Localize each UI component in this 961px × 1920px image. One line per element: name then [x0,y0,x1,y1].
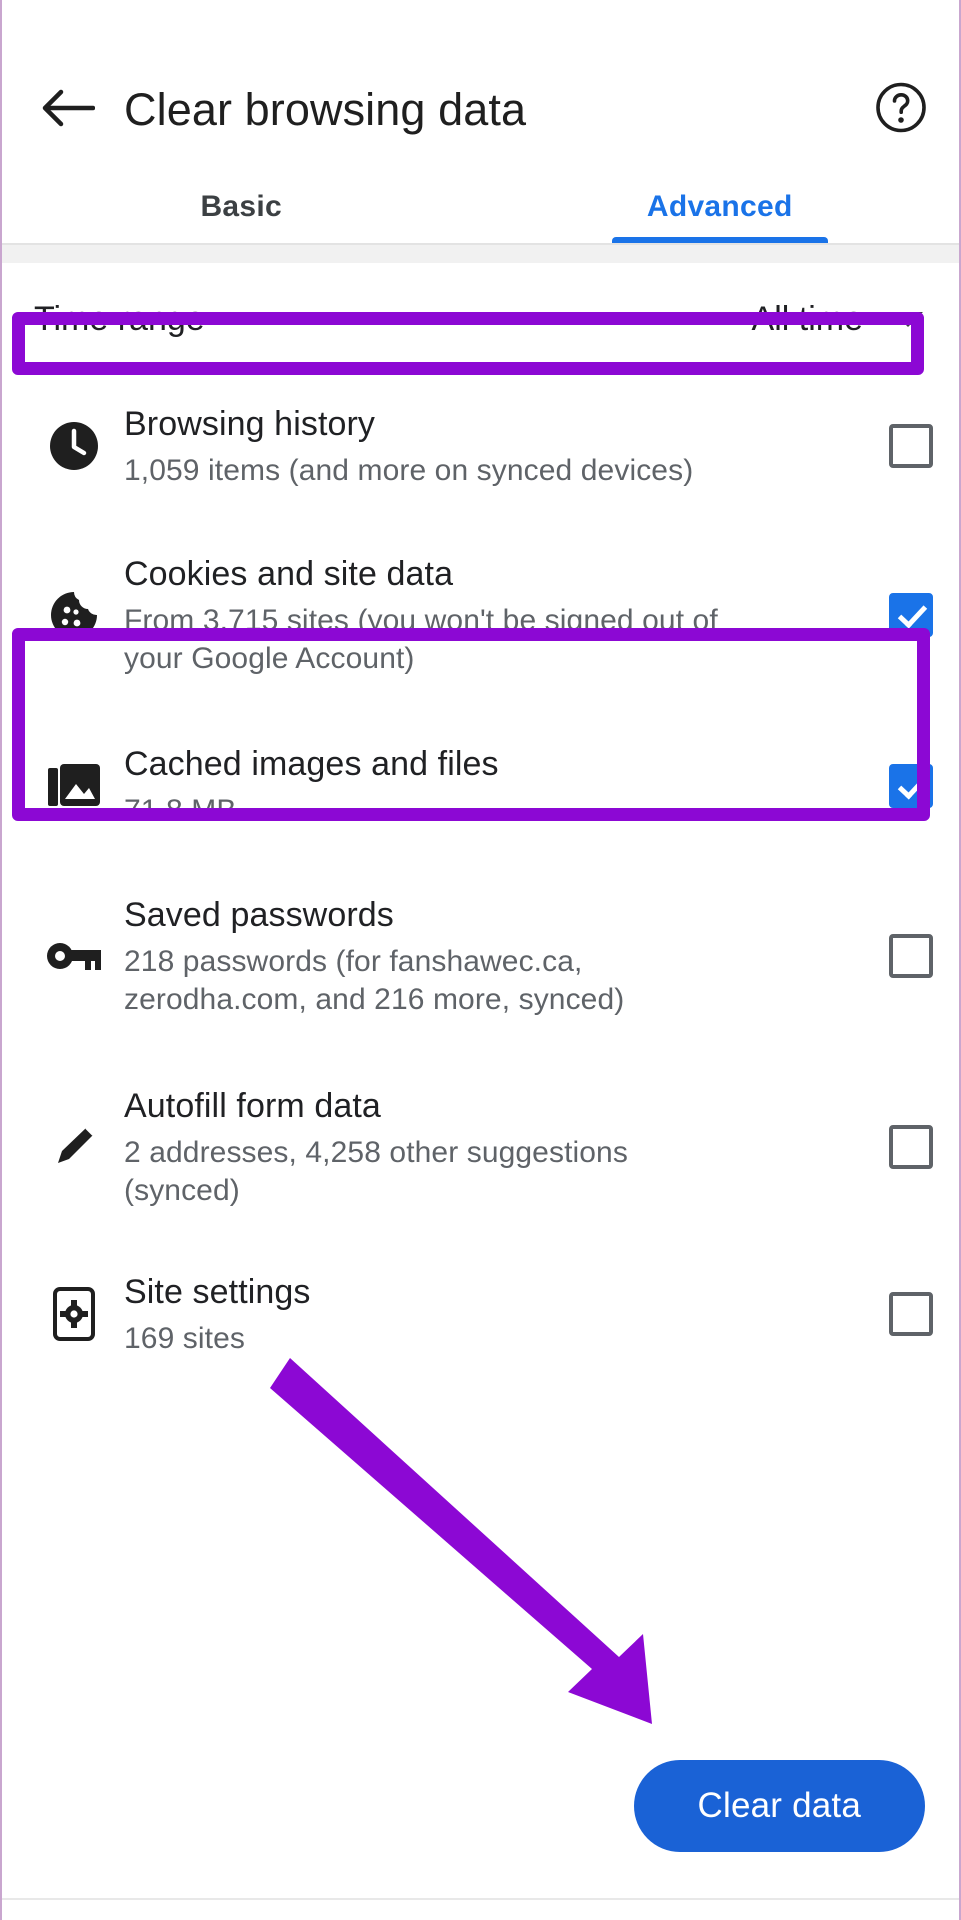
back-button[interactable] [26,86,110,135]
checkbox-browsing-history[interactable] [889,424,933,468]
clear-data-button[interactable]: Clear data [633,1760,925,1852]
row-saved-passwords[interactable]: Saved passwords 218 passwords (for fansh… [2,859,959,1053]
row-site-settings[interactable]: Site settings 169 sites [2,1241,959,1387]
tab-basic[interactable]: Basic [2,172,481,245]
image-stack-icon [24,760,124,812]
row-cached-images-and-files[interactable]: Cached images and files 71.8 MB [2,713,959,859]
app-bar: Clear browsing data Basic Advanced [2,0,959,245]
row-cookies-text: Cookies and site data From 3,715 sites (… [124,552,889,679]
time-range-value: All time [751,299,863,338]
row-cookies-and-site-data[interactable]: Cookies and site data From 3,715 sites (… [2,517,959,713]
checkbox-cached-images-and-files[interactable] [889,764,933,808]
tab-bar: Basic Advanced [2,172,959,245]
checkbox-cookies-and-site-data[interactable] [889,593,933,637]
row-saved-passwords-text: Saved passwords 218 passwords (for fansh… [124,893,889,1020]
row-browsing-history[interactable]: Browsing history 1,059 items (and more o… [2,375,959,517]
bottom-divider [2,1898,959,1900]
row-subtitle: 2 addresses, 4,258 other suggestions (sy… [124,1135,628,1208]
arrow-back-icon [41,86,96,135]
content-area: Time range All time Browsing history 1,0… [2,263,959,1387]
tab-advanced-label: Advanced [646,190,793,223]
row-subtitle: From 3,715 sites (you won't be signed ou… [124,603,718,676]
clear-browsing-data-screen: Clear browsing data Basic Advanced Time … [0,0,961,1920]
cookie-icon [24,589,124,641]
row-title: Site settings [124,1272,311,1311]
row-subtitle: 71.8 MB [124,793,237,827]
row-title: Browsing history [124,404,376,443]
row-browsing-history-text: Browsing history 1,059 items (and more o… [124,402,889,491]
row-cached-images-text: Cached images and files 71.8 MB [124,742,889,831]
row-subtitle: 218 passwords (for fanshawec.ca, zerodha… [124,944,625,1017]
row-title: Saved passwords [124,895,394,934]
help-button[interactable] [875,82,927,139]
checkbox-autofill-form-data[interactable] [889,1125,933,1169]
help-circle-icon [875,82,927,139]
row-autofill-form-data[interactable]: Autofill form data 2 addresses, 4,258 ot… [2,1053,959,1241]
row-title: Cookies and site data [124,554,454,593]
clear-data-button-wrap: Clear data [633,1760,925,1852]
row-title: Autofill form data [124,1086,381,1125]
clock-icon [24,420,124,472]
tab-basic-label: Basic [200,190,283,223]
time-range-row[interactable]: Time range All time [2,263,959,375]
row-subtitle: 169 sites [124,1321,245,1355]
row-title: Cached images and files [124,744,499,783]
row-autofill-text: Autofill form data 2 addresses, 4,258 ot… [124,1084,889,1211]
checkbox-saved-passwords[interactable] [889,934,933,978]
page-title: Clear browsing data [124,84,527,135]
row-subtitle: 1,059 items (and more on synced devices) [124,453,694,487]
app-bar-top: Clear browsing data [2,62,959,158]
key-icon [24,936,124,976]
row-site-settings-text: Site settings 169 sites [124,1270,889,1359]
pencil-icon [24,1121,124,1173]
chevron-down-icon[interactable] [893,311,923,327]
content-top-shade [2,245,959,263]
site-settings-icon [24,1286,124,1342]
time-range-label: Time range [34,299,205,338]
checkbox-site-settings[interactable] [889,1292,933,1336]
tab-advanced[interactable]: Advanced [481,172,960,245]
